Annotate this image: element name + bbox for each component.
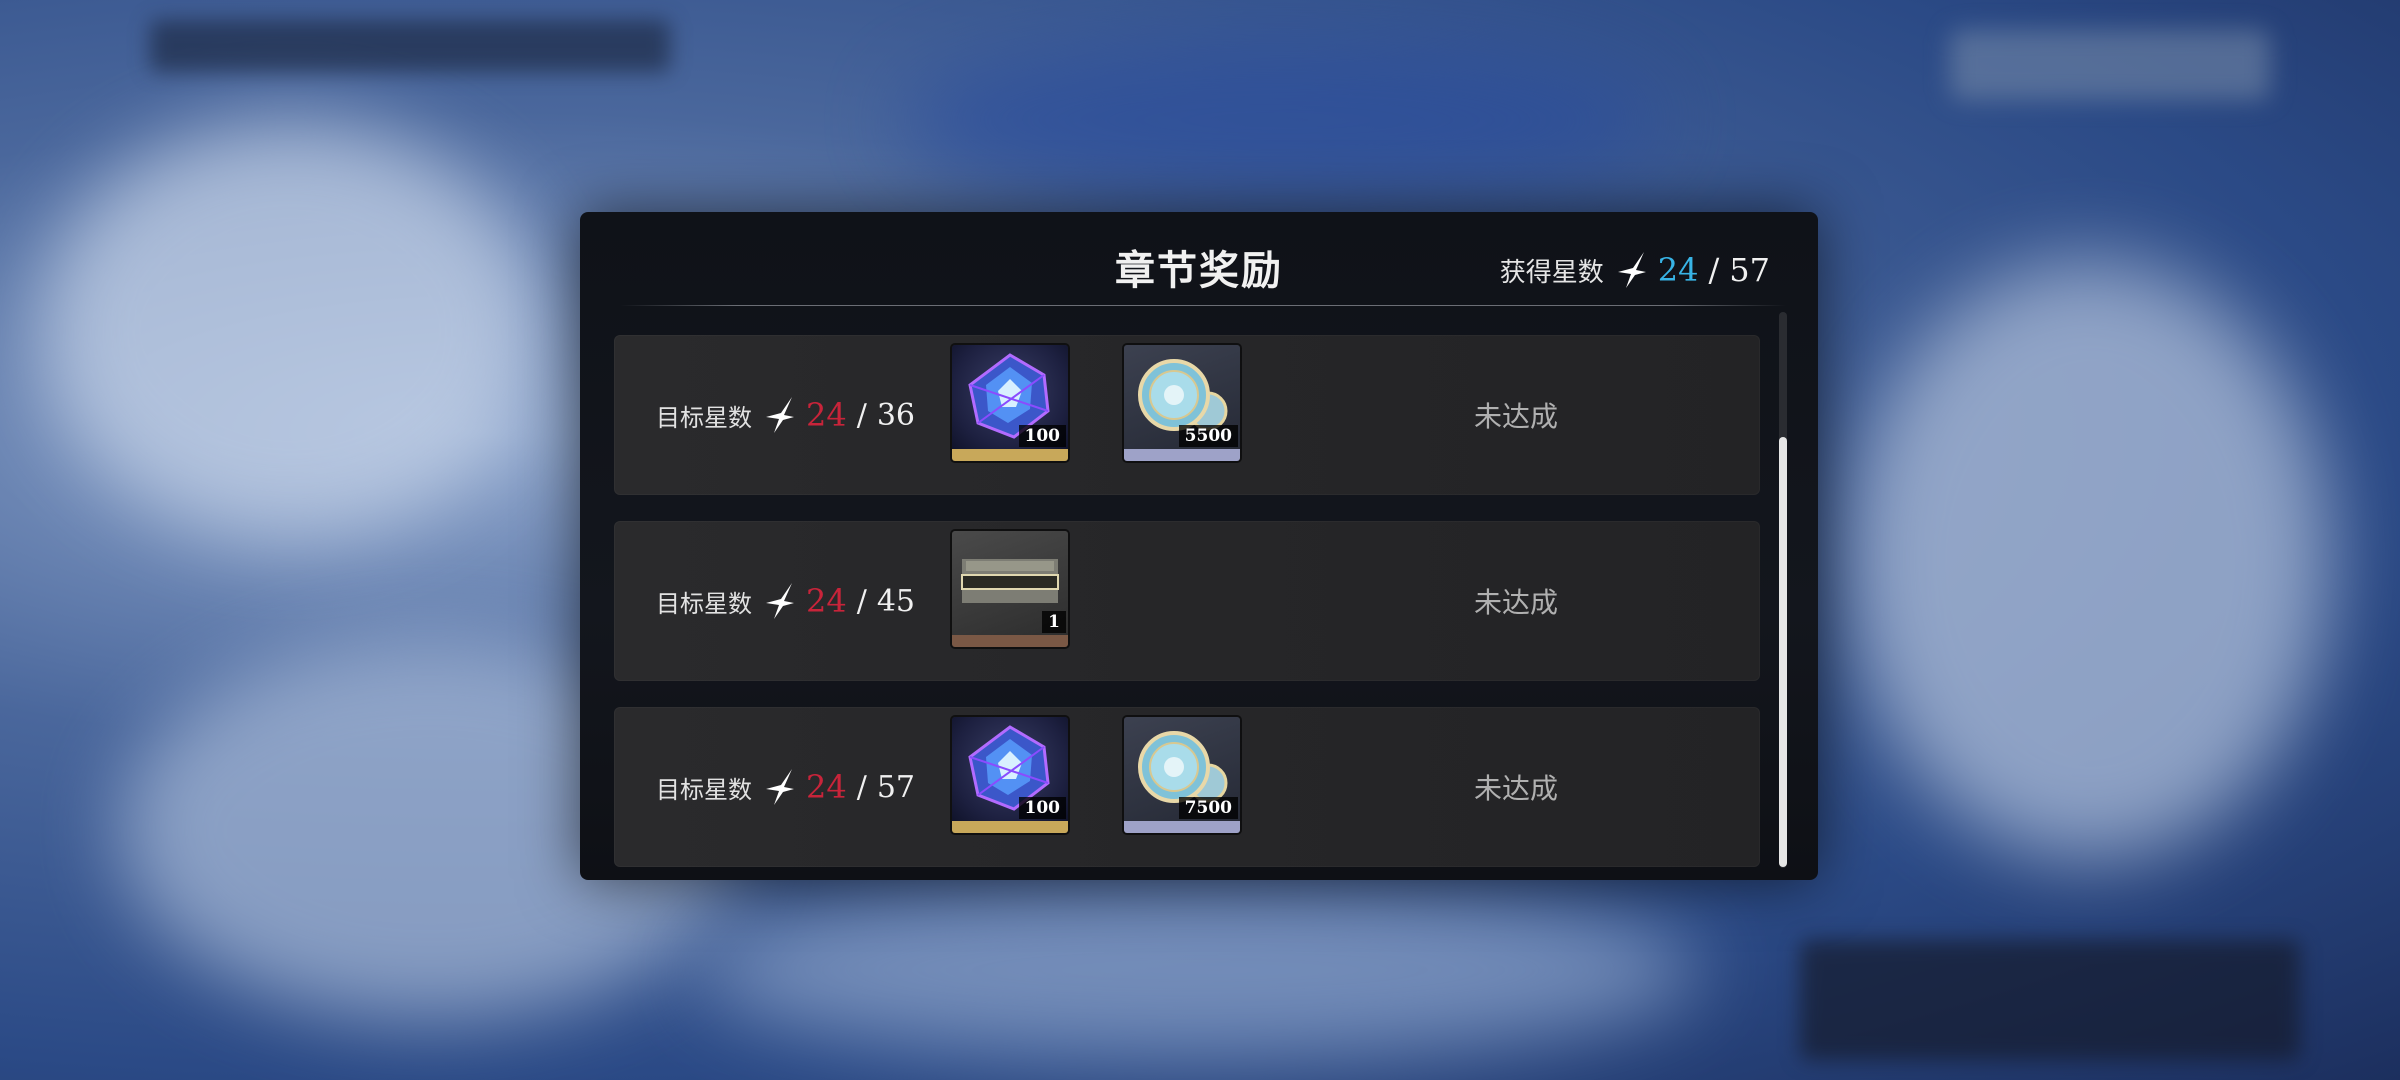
rarity-bar	[952, 449, 1068, 461]
target-stars-required: 45	[876, 583, 916, 619]
bg-blob	[40, 120, 540, 540]
target-stars-current: 24	[806, 582, 847, 620]
reward-status: 未达成	[1474, 586, 1559, 619]
reward-item-crystal[interactable]: 100	[952, 717, 1068, 833]
target-stars-required: 36	[876, 397, 916, 433]
rarity-bar	[1124, 821, 1240, 833]
target-stars-label: 目标星数	[656, 589, 752, 618]
blurred-bottom-right-panel	[1800, 940, 2300, 1060]
scrollbar[interactable]	[1779, 312, 1787, 868]
star-icon	[766, 769, 794, 805]
reward-row: 目标星数 24 / 57 100 7500 未达成	[614, 707, 1760, 867]
target-stars-label: 目标星数	[656, 403, 752, 432]
star-icon	[766, 397, 794, 433]
reward-status: 未达成	[1474, 400, 1559, 433]
reward-list[interactable]: 目标星数 24 / 36 100 5500 未达成 目标星数 24 / 45 1…	[614, 335, 1760, 880]
target-stars: 目标星数 24 / 57	[656, 707, 915, 867]
scroll-thumb[interactable]	[1779, 437, 1787, 867]
reward-item-coins[interactable]: 5500	[1124, 345, 1240, 461]
bg-blob	[700, 880, 1700, 1060]
reward-item-coins[interactable]: 7500	[1124, 717, 1240, 833]
star-icon	[766, 583, 794, 619]
blurred-top-right-controls	[1950, 30, 2270, 100]
target-stars-separator: /	[856, 583, 867, 619]
earned-stars-label: 获得星数	[1499, 257, 1604, 288]
reward-quantity: 100	[1018, 425, 1066, 447]
reward-row: 目标星数 24 / 36 100 5500 未达成	[614, 335, 1760, 495]
reward-quantity: 5500	[1178, 425, 1238, 447]
target-stars-label: 目标星数	[656, 775, 752, 804]
target-stars-current: 24	[806, 768, 847, 806]
target-stars-separator: /	[856, 769, 867, 805]
earned-stars-total: 57	[1729, 251, 1770, 289]
earned-stars-counter: 获得星数 24 / 57	[1500, 250, 1770, 290]
target-stars: 目标星数 24 / 45	[656, 521, 915, 681]
bg-blob	[900, 40, 1660, 200]
reward-quantity: 1	[1042, 611, 1066, 633]
chapter-rewards-panel: 章节奖励 获得星数 24 / 57 目标星数 24 / 36 100 5500 …	[580, 212, 1818, 880]
header-divider	[620, 305, 1786, 306]
reward-status: 未达成	[1474, 772, 1559, 805]
blurred-top-bar	[150, 20, 670, 72]
bg-blob	[1850, 260, 2330, 860]
rarity-bar	[952, 821, 1068, 833]
target-stars-separator: /	[856, 397, 867, 433]
reward-item-crystal[interactable]: 100	[952, 345, 1068, 461]
earned-stars-current: 24	[1657, 251, 1699, 289]
reward-item-nameplate[interactable]: 1	[952, 531, 1068, 647]
rarity-bar	[952, 635, 1068, 647]
star-icon	[1617, 252, 1646, 288]
reward-quantity: 7500	[1178, 797, 1238, 819]
target-stars-required: 57	[876, 769, 916, 805]
target-stars: 目标星数 24 / 36	[656, 335, 915, 495]
reward-quantity: 100	[1018, 797, 1066, 819]
rarity-bar	[1124, 449, 1240, 461]
reward-row: 目标星数 24 / 45 1 未达成	[614, 521, 1760, 681]
target-stars-current: 24	[806, 396, 847, 434]
earned-stars-separator: /	[1708, 251, 1720, 289]
